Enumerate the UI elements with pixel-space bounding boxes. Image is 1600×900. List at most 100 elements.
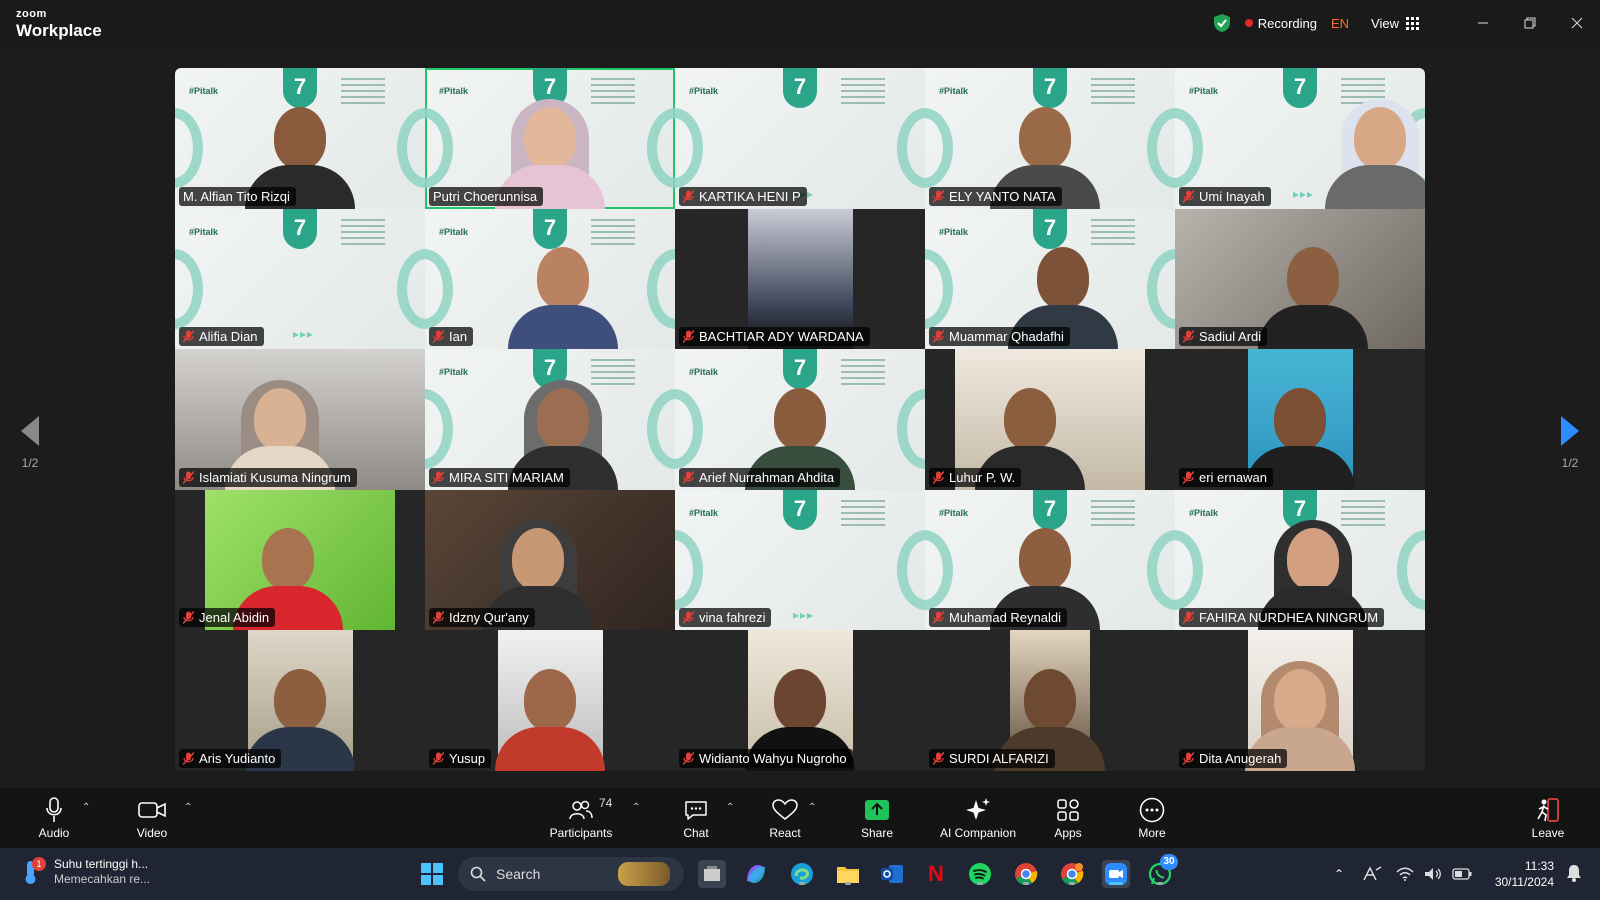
participant-tile[interactable]: 7 #Pitalk MIRA SITI MARIAM (425, 349, 675, 490)
show-hidden-icons-chevron-icon[interactable]: ⌃ (1334, 867, 1344, 881)
participant-tile[interactable]: 7 #Pitalk ELY YANTO NATA (925, 68, 1175, 209)
audio-button[interactable]: Audio (34, 796, 74, 840)
minimize-button[interactable] (1459, 0, 1506, 46)
share-button[interactable]: Share (856, 796, 898, 840)
restore-button[interactable] (1506, 0, 1553, 46)
chrome-profile-icon[interactable] (1058, 860, 1086, 888)
leave-door-icon (1537, 798, 1559, 822)
background-ring-shape (925, 529, 953, 610)
participant-tile[interactable]: 7 #Pitalk ▸▸▸ Umi Inayah (1175, 68, 1425, 209)
participant-tile[interactable]: 7 #Pitalk M. Alfian Tito Rizqi (175, 68, 425, 209)
muted-microphone-icon (433, 751, 444, 765)
participant-tile[interactable]: SURDI ALFARIZI (925, 630, 1175, 771)
outlook-icon[interactable] (878, 860, 906, 888)
chat-options-caret-icon[interactable]: ⌃ (726, 802, 734, 813)
background-fine-print (591, 78, 635, 104)
participant-tile[interactable]: 7 #Pitalk Arief Nurrahman Ahdita (675, 349, 925, 490)
participant-tile[interactable]: Sadiul Ardi (1175, 208, 1425, 350)
muted-microphone-icon (683, 751, 694, 765)
weather-widget[interactable]: 1 Suhu tertinggi h... Memecahkan re... (20, 857, 150, 887)
background-ring-shape (425, 389, 453, 470)
encryption-shield-icon[interactable] (1213, 13, 1231, 33)
participant-tile[interactable]: Islamiati Kusuma Ningrum (175, 349, 425, 490)
netflix-icon[interactable]: N (922, 860, 950, 888)
leave-button[interactable]: Leave (1528, 796, 1568, 840)
audio-options-caret-icon[interactable]: ⌃ (82, 802, 90, 813)
view-button[interactable]: View (1371, 16, 1419, 31)
ai-companion-button[interactable]: AI Companion (930, 796, 1026, 840)
battery-icon[interactable] (1452, 868, 1472, 880)
muted-microphone-icon (433, 330, 444, 344)
react-options-caret-icon[interactable]: ⌃ (808, 802, 816, 813)
language-input-icon[interactable] (1362, 866, 1382, 882)
notification-bell-icon[interactable] (1566, 864, 1582, 882)
close-button[interactable] (1553, 0, 1600, 46)
participant-name-bar: ELY YANTO NATA (929, 186, 1062, 206)
system-clock[interactable]: 11:33 30/11/2024 (1495, 858, 1554, 890)
participant-tile[interactable]: 7 #Pitalk Muhamad Reynaldi (925, 489, 1175, 631)
muted-microphone-icon (683, 611, 694, 625)
background-ring-shape (1397, 529, 1425, 610)
apps-button[interactable]: Apps (1050, 796, 1086, 840)
background-tag: #Pitalk (189, 86, 219, 96)
more-button[interactable]: More (1134, 796, 1170, 840)
participant-name: ELY YANTO NATA (949, 188, 1056, 204)
participant-tile[interactable]: 7 #Pitalk FAHIRA NURDHEA NINGRUM (1175, 489, 1425, 631)
file-explorer-icon[interactable] (834, 860, 862, 888)
participant-tile[interactable]: Jenal Abidin (175, 489, 425, 631)
participant-count: 74 (599, 796, 613, 810)
spotify-icon[interactable] (966, 860, 994, 888)
react-button[interactable]: React (764, 796, 806, 840)
participant-tile[interactable]: Dita Anugerah (1175, 630, 1425, 771)
participant-tile[interactable]: Idzny Qur'any (425, 489, 675, 631)
participant-name: Alifia Dian (199, 329, 258, 345)
background-ring-shape (897, 529, 925, 610)
participant-tile[interactable]: 7#Pitalk▸▸▸KARTIKA HENI P (675, 68, 925, 209)
participant-tile[interactable]: BACHTIAR ADY WARDANA (675, 208, 925, 350)
participant-tile[interactable]: eri ernawan (1175, 349, 1425, 490)
participant-name-bar: KARTIKA HENI P (679, 186, 807, 206)
background-ring-shape (425, 108, 453, 188)
background-number-badge: 7 (1033, 489, 1067, 530)
background-number-badge: 7 (1033, 68, 1067, 108)
participant-tile[interactable]: Widianto Wahyu Nugroho (675, 630, 925, 771)
windows-start-icon[interactable] (418, 860, 446, 888)
participant-tile[interactable]: 7 #Pitalk Ian (425, 208, 675, 350)
copilot-icon[interactable] (742, 860, 770, 888)
zoom-taskbar-icon[interactable] (1102, 860, 1130, 888)
video-button[interactable]: Video (130, 796, 174, 840)
video-options-caret-icon[interactable]: ⌃ (184, 802, 192, 813)
participant-tile[interactable]: 7 #Pitalk ▸▸▸ Alifia Dian (175, 208, 425, 350)
previous-page-button[interactable]: 1/2 (0, 416, 60, 470)
task-view-icon[interactable] (698, 860, 726, 888)
participant-tile[interactable]: Yusup (425, 630, 675, 771)
participant-name: KARTIKA HENI P (699, 188, 801, 204)
recording-indicator[interactable]: Recording (1244, 16, 1317, 31)
microphone-icon (46, 797, 62, 822)
participants-options-caret-icon[interactable]: ⌃ (632, 802, 640, 813)
participant-tile[interactable]: 7 #Pitalk Putri Choerunnisa (425, 68, 675, 209)
participants-label: Participants (549, 826, 613, 840)
participant-tile[interactable]: 7 #Pitalk Muammar Qhadafhi (925, 208, 1175, 350)
background-fine-print (841, 78, 885, 104)
next-page-button[interactable]: 1/2 (1540, 416, 1600, 470)
brand-small: zoom (16, 8, 47, 20)
wifi-icon[interactable] (1396, 867, 1414, 881)
edge-browser-icon[interactable] (788, 860, 816, 888)
participant-tile[interactable]: Aris Yudianto (175, 630, 425, 771)
whatsapp-icon[interactable]: 30 (1146, 854, 1178, 888)
participant-tile[interactable]: 7 #Pitalk ▸▸▸ vina fahrezi (675, 489, 925, 631)
taskbar-search-box[interactable]: Search (458, 857, 684, 891)
chrome-icon[interactable] (1012, 860, 1040, 888)
volume-icon[interactable] (1424, 867, 1442, 881)
sparkle-icon (966, 798, 990, 820)
language-button[interactable]: EN (1331, 16, 1349, 31)
participant-video-figure (507, 247, 618, 350)
minimize-icon (1477, 22, 1488, 24)
background-ring-shape (175, 108, 203, 188)
chat-button[interactable]: Chat (676, 796, 716, 840)
participant-tile[interactable]: Luhur P. W. (925, 349, 1175, 490)
participant-name: M. Alfian Tito Rizqi (183, 188, 290, 204)
participant-name-bar: Putri Choerunnisa (429, 186, 544, 206)
participant-name-bar: BACHTIAR ADY WARDANA (679, 327, 870, 347)
